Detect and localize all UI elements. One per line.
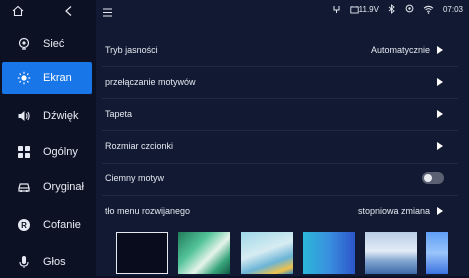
brightness-mode-row[interactable]: Tryb jasności Automatycznie <box>102 37 458 63</box>
dark-theme-row: Ciemny motyw <box>102 165 458 191</box>
wallpaper-thumbnail-blue[interactable] <box>426 232 448 274</box>
sidebar-item-reverse[interactable]: R Cofanie <box>2 209 92 241</box>
chevron-right-icon <box>437 110 443 118</box>
dark-theme-toggle[interactable] <box>422 172 444 184</box>
toggle-knob <box>424 174 432 182</box>
brightness-icon <box>16 70 32 86</box>
font-size-row[interactable]: Rozmiar czcionki <box>102 133 458 159</box>
bluetooth-icon <box>388 4 396 14</box>
sidebar-item-network[interactable]: Sieć <box>2 28 92 60</box>
divider <box>102 66 458 67</box>
battery-voltage: 11.9V <box>350 5 379 14</box>
brightness-mode-value: Automatycznie <box>370 45 430 55</box>
wifi-icon <box>423 5 434 14</box>
location-icon <box>405 4 414 14</box>
wallpaper-thumbnail-green[interactable] <box>178 232 230 274</box>
sidebar-top-bar <box>0 0 96 22</box>
divider <box>102 163 458 164</box>
divider <box>102 130 458 131</box>
chevron-right-icon <box>437 207 443 215</box>
status-bar: 11.9V 07:03 <box>96 0 469 22</box>
sidebar: Sieć Ekran Dźwięk Ogólny Oryginał R Cofa… <box>0 0 96 276</box>
wallpaper-thumbnail-dark[interactable] <box>116 232 168 274</box>
chevron-right-icon <box>437 46 443 54</box>
chevron-right-icon <box>437 142 443 150</box>
sidebar-item-screen[interactable]: Ekran <box>2 62 92 94</box>
sidebar-item-label: Dźwięk <box>43 110 79 122</box>
sidebar-item-label: Oryginał <box>43 181 84 193</box>
display-settings-panel: 11.9V 07:03 Tryb jasności Automatycznie … <box>96 0 469 276</box>
menu-background-value: stopniowa zmiana <box>357 206 430 216</box>
car-icon <box>16 179 32 195</box>
theme-switch-row[interactable]: przełączanie motywów <box>102 69 458 95</box>
menu-icon[interactable] <box>102 5 113 23</box>
sidebar-item-label: Cofanie <box>43 219 81 231</box>
sidebar-item-label: Ogólny <box>43 146 78 158</box>
usb-icon <box>332 5 341 14</box>
back-icon[interactable] <box>62 4 76 18</box>
sidebar-item-sound[interactable]: Dźwięk <box>2 100 92 132</box>
reverse-icon: R <box>16 217 32 233</box>
sidebar-item-general[interactable]: Ogólny <box>2 136 92 168</box>
wallpaper-thumbnail-landscape[interactable] <box>241 232 293 274</box>
sidebar-item-label: Głos <box>43 256 66 268</box>
menu-background-row[interactable]: tło menu rozwijanego stopniowa zmiana <box>102 198 458 224</box>
wallpaper-thumbnails <box>116 232 469 274</box>
grid-icon <box>16 144 32 160</box>
microphone-icon <box>16 254 32 270</box>
sidebar-item-label: Ekran <box>43 72 72 84</box>
sidebar-item-original[interactable]: Oryginał <box>2 171 92 203</box>
chevron-right-icon <box>437 78 443 86</box>
clock: 07:03 <box>442 4 463 14</box>
sidebar-item-voice[interactable]: Głos <box>2 246 92 278</box>
home-icon[interactable] <box>11 4 25 18</box>
network-icon <box>16 36 32 52</box>
svg-text:R: R <box>21 221 27 230</box>
wallpaper-thumbnail-waves[interactable] <box>365 232 417 274</box>
divider <box>102 98 458 99</box>
sidebar-item-label: Sieć <box>43 38 65 50</box>
divider <box>102 195 458 196</box>
speaker-icon <box>16 108 32 124</box>
wallpaper-thumbnail-blue-gradient[interactable] <box>303 232 355 274</box>
wallpaper-row[interactable]: Tapeta <box>102 101 458 127</box>
